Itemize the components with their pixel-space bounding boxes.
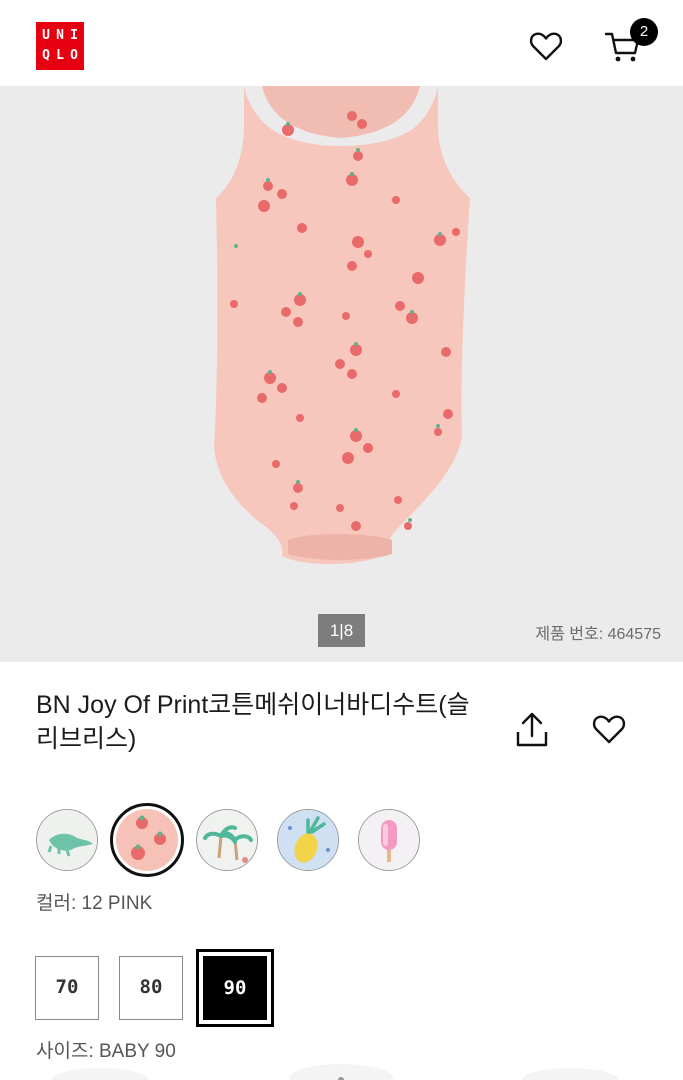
top-header: U N I Q L O 2 [0, 0, 683, 86]
bodysuit-image [214, 86, 470, 564]
logo-letter: U [42, 28, 50, 43]
bottom-buttons-peek [52, 1064, 618, 1080]
uniqlo-logo[interactable]: U N I Q L O [36, 22, 84, 70]
color-swatch-palm-tree[interactable] [196, 809, 258, 871]
share-icon [516, 712, 548, 747]
logo-letter: L [56, 48, 64, 63]
color-swatch-popsicle[interactable] [358, 809, 420, 871]
size-option-70[interactable]: 70 [35, 956, 99, 1020]
image-pager: 1|8 [318, 614, 365, 647]
color-swatch-crocodile[interactable] [36, 809, 98, 871]
heart-icon [529, 32, 563, 61]
wishlist-button[interactable] [528, 28, 564, 64]
favorite-button[interactable] [591, 712, 627, 746]
size-option-90[interactable]: 90 [196, 949, 274, 1027]
logo-letter: O [70, 48, 78, 63]
selected-color-label: 컬러: 12 PINK [36, 893, 153, 914]
size-option-80[interactable]: 80 [119, 956, 183, 1020]
heart-icon [592, 715, 626, 744]
product-title: BN Joy Of Print코튼메쉬이너바디수트(슬리브리스) [36, 691, 470, 753]
size-option-label: 90 [203, 956, 267, 1020]
product-image-carousel[interactable]: 1|8 제품 번호: 464575 [0, 86, 683, 662]
logo-letter: I [70, 28, 78, 43]
product-number: 제품 번호: 464575 [535, 626, 661, 643]
color-swatches [36, 803, 456, 877]
color-swatch-strawberry[interactable] [110, 803, 184, 877]
logo-letter: N [56, 28, 64, 43]
share-button[interactable] [514, 710, 550, 750]
cart-count-badge: 2 [630, 18, 658, 46]
color-swatch-pineapple[interactable] [277, 809, 339, 871]
logo-letter: Q [42, 48, 50, 63]
